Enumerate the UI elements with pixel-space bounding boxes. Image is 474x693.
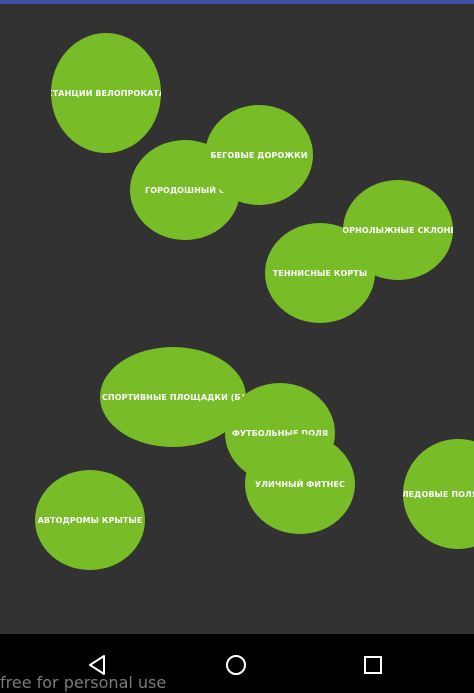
- bubble-label: ГОРНОЛЫЖНЫЕ СКЛОНЫ: [343, 225, 453, 235]
- bubble-label: СТАНЦИИ ВЕЛОПРОКАТА: [51, 88, 161, 98]
- bubble-label: ГОРОДОШНЫЙ СПОР: [145, 185, 225, 195]
- nav-recents-button[interactable]: [358, 650, 388, 680]
- bubble-label: УЛИЧНЫЙ ФИТНЕС: [255, 479, 345, 489]
- nav-home-button[interactable]: [221, 650, 251, 680]
- bubble-label: БЕГОВЫЕ ДОРОЖКИ: [210, 150, 308, 160]
- bubble-bike-rental[interactable]: СТАНЦИИ ВЕЛОПРОКАТА: [51, 33, 161, 153]
- bubble-label: ЛЕДОВЫЕ ПОЛЯ: [403, 489, 474, 499]
- home-icon: [226, 655, 246, 675]
- bubble-ice-fields[interactable]: ЛЕДОВЫЕ ПОЛЯ: [403, 439, 474, 549]
- bubble-ski-slopes[interactable]: ГОРНОЛЫЖНЫЕ СКЛОНЫ: [343, 180, 453, 280]
- bubble-running-tracks[interactable]: БЕГОВЫЕ ДОРОЖКИ: [205, 105, 313, 205]
- watermark-text: free for personal use: [0, 673, 167, 692]
- bubble-area: СТАНЦИИ ВЕЛОПРОКАТА ГОРОДОШНЫЙ СПОР БЕГО…: [0, 4, 474, 634]
- bubble-label: ТЕННИСНЫЕ КОРТЫ: [272, 268, 368, 278]
- bubble-indoor-karting[interactable]: АВТОДРОМЫ КРЫТЫЕ: [35, 470, 145, 570]
- recents-icon: [364, 656, 382, 674]
- bubble-label: АВТОДРОМЫ КРЫТЫЕ: [37, 515, 143, 525]
- bubble-street-fitness[interactable]: УЛИЧНЫЙ ФИТНЕС: [245, 434, 355, 534]
- bubble-label: СПОРТИВНЫЕ ПЛОЩАДКИ (БАСКЕТБОЛ: [102, 392, 244, 402]
